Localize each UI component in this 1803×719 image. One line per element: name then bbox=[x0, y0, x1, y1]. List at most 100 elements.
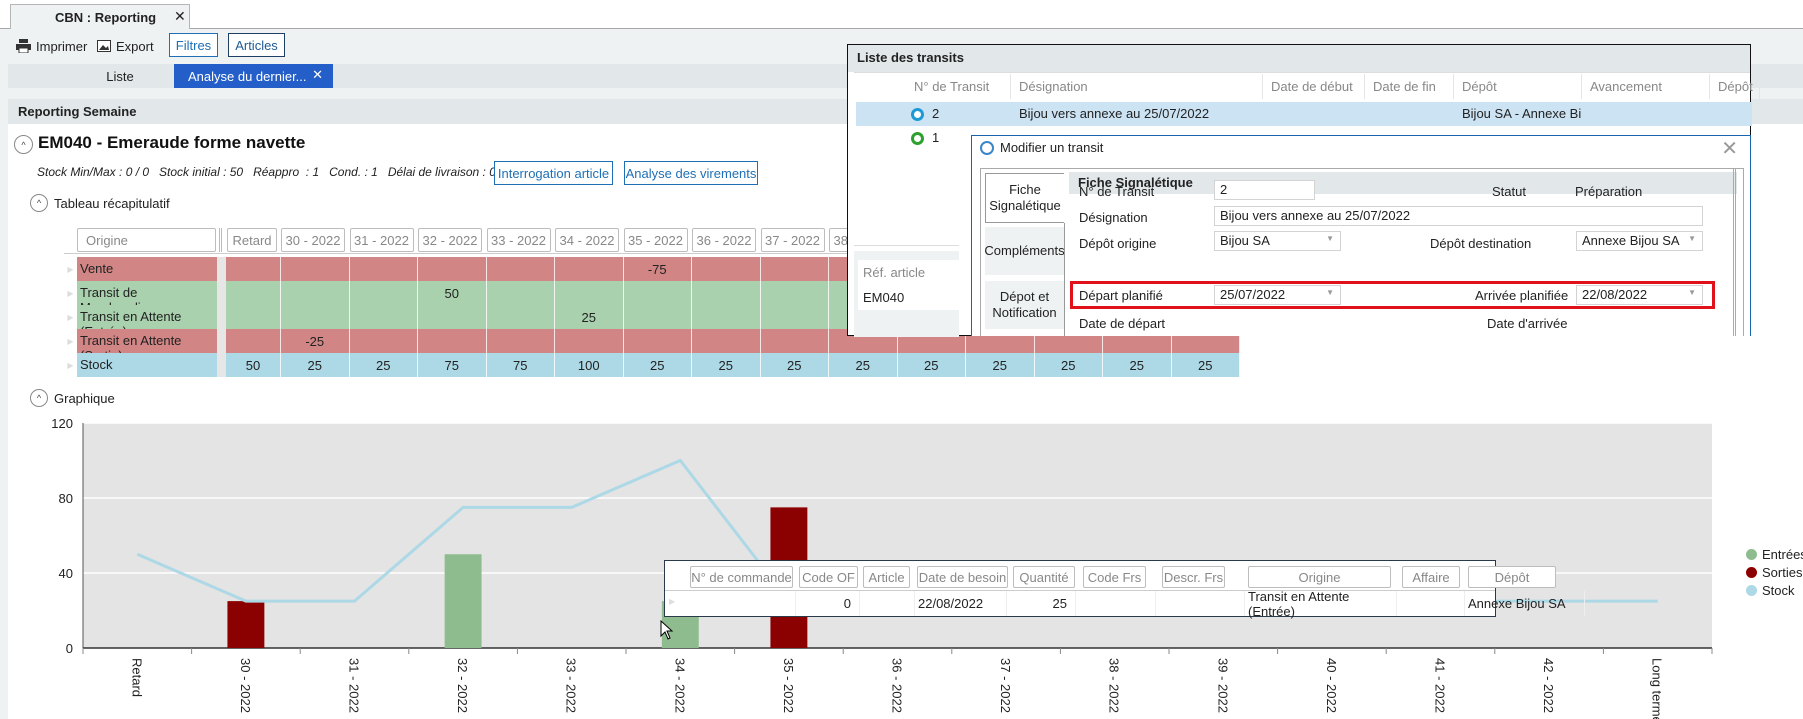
table-cell[interactable] bbox=[226, 257, 281, 281]
table-cell[interactable] bbox=[486, 281, 555, 305]
popup-column-header[interactable]: N° de commande bbox=[690, 566, 793, 588]
row-expand-icon[interactable]: ▶ bbox=[669, 597, 675, 606]
table-cell[interactable]: 75 bbox=[486, 353, 555, 377]
table-cell[interactable] bbox=[281, 305, 350, 329]
popup-cell[interactable]: Transit en Attente (Entrée) bbox=[1245, 589, 1397, 619]
popup-cell[interactable] bbox=[1156, 591, 1245, 616]
column-header[interactable]: 32 - 2022 bbox=[418, 228, 482, 252]
table-cell[interactable] bbox=[349, 257, 418, 281]
popup-cell[interactable] bbox=[860, 591, 915, 616]
table-cell[interactable] bbox=[418, 257, 487, 281]
table-cell[interactable]: 25 bbox=[281, 353, 350, 377]
popup-cell[interactable] bbox=[1397, 591, 1465, 616]
table-cell[interactable] bbox=[623, 305, 692, 329]
transit-designation[interactable]: Bijou vers annexe au 25/07/2022 bbox=[1019, 106, 1209, 121]
table-cell[interactable] bbox=[349, 305, 418, 329]
column-splitter[interactable] bbox=[219, 228, 222, 252]
table-cell[interactable]: 25 bbox=[1171, 353, 1240, 377]
table-cell[interactable]: 25 bbox=[966, 353, 1035, 377]
tab-complements[interactable]: Compléments bbox=[984, 227, 1065, 275]
popup-column-header[interactable]: Descr. Frs bbox=[1162, 566, 1225, 588]
table-cell[interactable] bbox=[760, 305, 829, 329]
table-cell[interactable]: -75 bbox=[623, 257, 692, 281]
legend-item[interactable]: Sorties bbox=[1746, 563, 1803, 581]
legend-item[interactable]: Entrées bbox=[1746, 545, 1803, 563]
transits-column-header[interactable]: Dépôt bbox=[1710, 74, 1760, 99]
subtab-liste[interactable]: Liste bbox=[85, 64, 155, 88]
column-header[interactable]: 34 - 2022 bbox=[555, 228, 619, 252]
article-ref-value[interactable]: EM040 bbox=[858, 285, 968, 310]
tab-cbn-reporting[interactable]: CBN : Reporting ✕ bbox=[10, 4, 190, 30]
transits-column-header[interactable]: Dépôt bbox=[1454, 74, 1582, 99]
table-cell[interactable] bbox=[486, 329, 555, 353]
table-cell[interactable]: 25 bbox=[829, 353, 898, 377]
close-dialog-icon[interactable]: ✕ bbox=[1721, 136, 1738, 161]
column-header[interactable]: 37 - 2022 bbox=[760, 228, 825, 252]
popup-column-header[interactable]: Date de besoin bbox=[917, 566, 1008, 588]
table-cell[interactable] bbox=[418, 305, 487, 329]
transits-column-header[interactable]: N° de Transit bbox=[906, 74, 1011, 99]
transits-column-header[interactable]: Désignation bbox=[1011, 74, 1263, 99]
table-cell[interactable] bbox=[623, 281, 692, 305]
column-header[interactable]: 36 - 2022 bbox=[692, 228, 756, 252]
popup-cell[interactable]: 22/08/2022 bbox=[915, 591, 1007, 616]
transit-depot[interactable]: Bijou SA - Annexe Bi bbox=[1462, 106, 1581, 121]
table-cell[interactable] bbox=[486, 257, 555, 281]
dest-depot-select[interactable]: Annexe Bijou SA ▼ bbox=[1576, 231, 1703, 251]
table-cell[interactable]: 25 bbox=[1034, 353, 1103, 377]
table-cell[interactable]: 25 bbox=[897, 353, 966, 377]
close-subtab-icon[interactable]: ✕ bbox=[312, 67, 323, 83]
collapse-article-icon[interactable]: ^ bbox=[14, 135, 33, 154]
table-cell[interactable] bbox=[555, 281, 624, 305]
filters-button[interactable]: Filtres bbox=[169, 33, 218, 57]
table-cell[interactable]: 25 bbox=[760, 353, 829, 377]
row-expand-icon[interactable]: ▶ bbox=[64, 281, 77, 305]
popup-column-header[interactable]: Quantité bbox=[1013, 566, 1075, 588]
table-cell[interactable] bbox=[226, 281, 281, 305]
table-cell[interactable] bbox=[623, 329, 692, 353]
column-header[interactable]: Retard bbox=[227, 228, 277, 252]
table-cell[interactable] bbox=[555, 257, 624, 281]
table-cell[interactable]: 25 bbox=[692, 353, 761, 377]
planned-departure-picker[interactable]: 25/07/2022 ▼ bbox=[1214, 285, 1341, 305]
table-cell[interactable]: -25 bbox=[281, 329, 350, 353]
popup-cell[interactable] bbox=[1076, 591, 1156, 616]
transit-number[interactable]: 2 bbox=[932, 106, 939, 121]
row-expand-icon[interactable]: ▶ bbox=[64, 305, 77, 329]
designation-field[interactable]: Bijou vers annexe au 25/07/2022 bbox=[1214, 206, 1703, 226]
table-row[interactable]: ▶ Stock 50 25 25 75 75 100 25 25 25 25 25 25 25 25 25 bbox=[64, 353, 1242, 377]
table-cell[interactable] bbox=[486, 305, 555, 329]
popup-column-header[interactable]: Affaire bbox=[1402, 566, 1460, 588]
popup-column-header[interactable]: Origine bbox=[1248, 566, 1391, 588]
table-cell[interactable] bbox=[760, 257, 829, 281]
table-cell[interactable]: 25 bbox=[1103, 353, 1172, 377]
table-cell[interactable] bbox=[692, 329, 761, 353]
row-expand-icon[interactable]: ▶ bbox=[64, 353, 77, 377]
table-cell[interactable] bbox=[555, 329, 624, 353]
table-cell[interactable] bbox=[760, 329, 829, 353]
row-expand-icon[interactable]: ▶ bbox=[64, 257, 77, 281]
table-cell[interactable] bbox=[692, 257, 761, 281]
table-cell[interactable] bbox=[281, 281, 350, 305]
legend-item[interactable]: Stock bbox=[1746, 581, 1803, 599]
origin-header[interactable]: Origine bbox=[77, 228, 216, 252]
table-cell[interactable]: 25 bbox=[555, 305, 624, 329]
transit-row-selected[interactable] bbox=[856, 102, 1752, 126]
transits-column-header[interactable]: Avancement bbox=[1582, 74, 1710, 99]
close-tab-icon[interactable]: ✕ bbox=[174, 8, 186, 25]
table-cell[interactable]: 25 bbox=[623, 353, 692, 377]
table-cell[interactable] bbox=[349, 329, 418, 353]
scrollbar[interactable] bbox=[1733, 168, 1736, 336]
table-cell[interactable] bbox=[692, 281, 761, 305]
collapse-table-icon[interactable]: ^ bbox=[30, 194, 48, 212]
popup-cell[interactable]: 0 bbox=[796, 591, 860, 616]
table-cell[interactable]: 75 bbox=[418, 353, 487, 377]
analyse-virements-button[interactable]: Analyse des virements bbox=[624, 161, 758, 185]
tab-depot-notification[interactable]: Dépot et Notification bbox=[985, 281, 1064, 329]
popup-cell[interactable]: 25 bbox=[1007, 591, 1076, 616]
planned-arrival-picker[interactable]: 22/08/2022 ▼ bbox=[1576, 285, 1703, 305]
tab-fiche-signaletique[interactable]: Fiche Signalétique bbox=[985, 173, 1064, 223]
table-cell[interactable]: 100 bbox=[555, 353, 624, 377]
popup-column-header[interactable]: Article bbox=[863, 566, 910, 588]
transit-number[interactable]: 1 bbox=[932, 130, 939, 145]
